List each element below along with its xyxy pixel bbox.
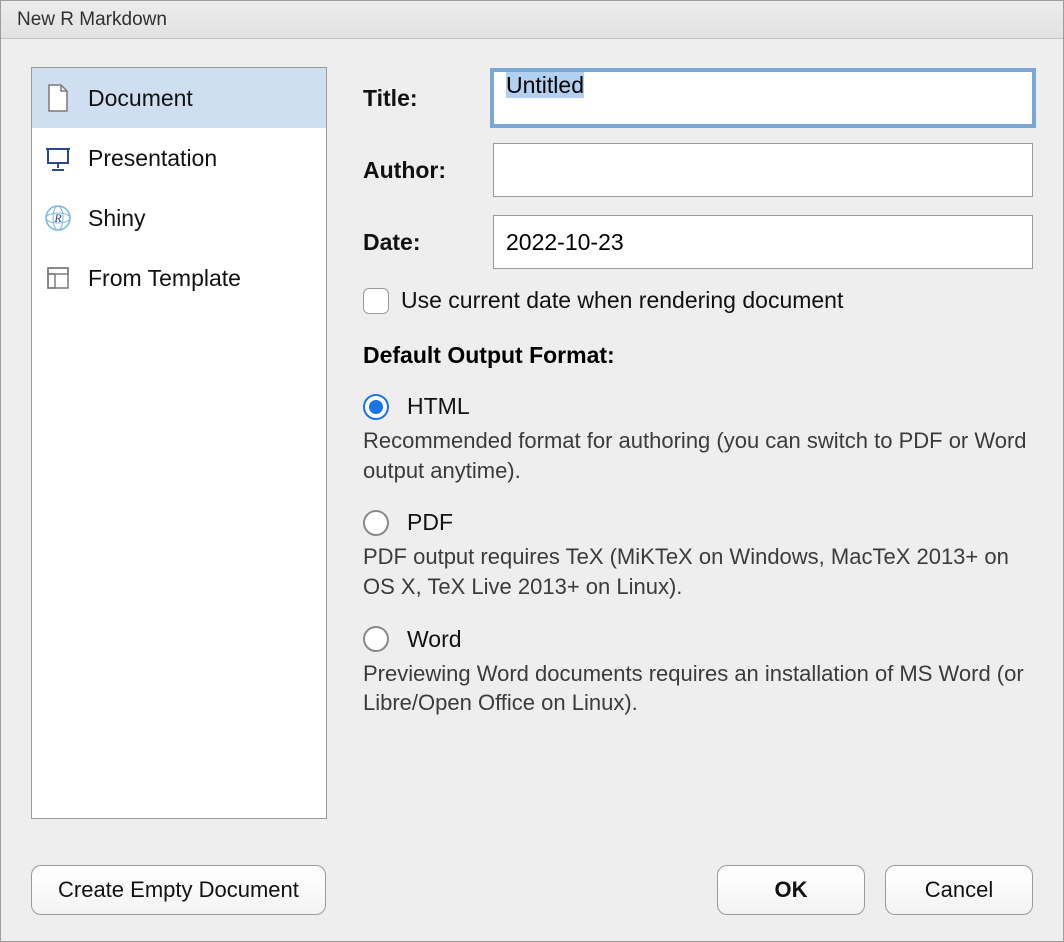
type-sidebar: Document Presentation (31, 67, 327, 819)
dialog-content: Document Presentation (1, 39, 1063, 843)
sidebar-item-label: From Template (88, 265, 241, 292)
use-current-date-label: Use current date when rendering document (401, 287, 843, 314)
title-label: Title: (363, 85, 493, 112)
radio-html[interactable] (363, 394, 389, 420)
title-row: Title: Untitled (363, 71, 1033, 125)
date-label: Date: (363, 229, 493, 256)
title-value: Untitled (506, 72, 584, 98)
output-format-word: Word Previewing Word documents requires … (363, 626, 1033, 718)
sidebar-item-from-template[interactable]: From Template (32, 248, 326, 308)
radio-word-description: Previewing Word documents requires an in… (363, 659, 1033, 718)
output-format-html: HTML Recommended format for authoring (y… (363, 393, 1033, 485)
new-rmarkdown-dialog: New R Markdown Document (0, 0, 1064, 942)
window-titlebar: New R Markdown (1, 1, 1063, 39)
author-input[interactable] (493, 143, 1033, 197)
radio-word[interactable] (363, 626, 389, 652)
sidebar-item-label: Shiny (88, 205, 146, 232)
create-empty-document-button[interactable]: Create Empty Document (31, 865, 326, 915)
radio-word-label: Word (407, 626, 462, 653)
radio-html-label: HTML (407, 393, 470, 420)
radio-pdf-label: PDF (407, 509, 453, 536)
output-format-pdf: PDF PDF output requires TeX (MiKTeX on W… (363, 509, 1033, 601)
radio-pdf[interactable] (363, 510, 389, 536)
presentation-icon (44, 144, 72, 172)
window-title: New R Markdown (17, 9, 167, 31)
sidebar-item-presentation[interactable]: Presentation (32, 128, 326, 188)
svg-text:R: R (53, 211, 62, 225)
author-row: Author: (363, 143, 1033, 197)
date-input[interactable] (493, 215, 1033, 269)
use-current-date-row: Use current date when rendering document (363, 287, 1033, 314)
cancel-button[interactable]: Cancel (885, 865, 1033, 915)
radio-pdf-description: PDF output requires TeX (MiKTeX on Windo… (363, 542, 1033, 601)
radio-html-description: Recommended format for authoring (you ca… (363, 426, 1033, 485)
use-current-date-checkbox[interactable] (363, 288, 389, 314)
author-label: Author: (363, 157, 493, 184)
output-format-group: HTML Recommended format for authoring (y… (363, 393, 1033, 718)
sidebar-item-document[interactable]: Document (32, 68, 326, 128)
form-panel: Title: Untitled Author: Date: Use curren… (363, 67, 1033, 843)
title-input[interactable]: Untitled (493, 71, 1033, 125)
ok-button[interactable]: OK (717, 865, 865, 915)
dialog-footer: Create Empty Document OK Cancel (1, 843, 1063, 941)
shiny-icon: R (44, 204, 72, 232)
template-icon (44, 264, 72, 292)
date-row: Date: (363, 215, 1033, 269)
sidebar-item-label: Presentation (88, 145, 217, 172)
sidebar-item-label: Document (88, 85, 193, 112)
sidebar-item-shiny[interactable]: R Shiny (32, 188, 326, 248)
output-format-heading: Default Output Format: (363, 342, 1033, 369)
document-icon (44, 84, 72, 112)
